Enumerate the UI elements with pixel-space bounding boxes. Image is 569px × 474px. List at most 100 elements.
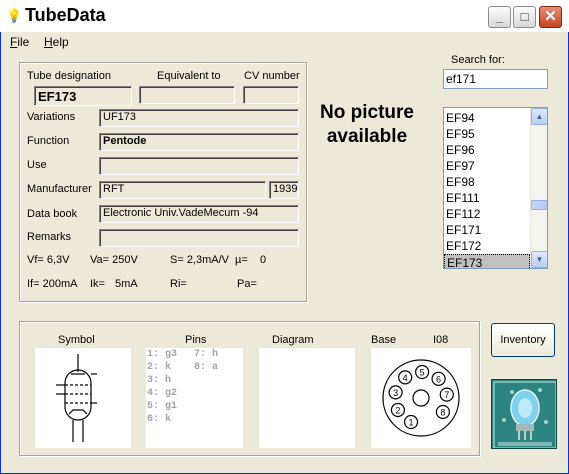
designation-label: Tube designation xyxy=(27,70,111,82)
base-type: I08 xyxy=(433,334,449,346)
va-value: Va= 250V xyxy=(90,254,138,266)
base-pin-number: 1 xyxy=(409,418,414,428)
mu-label: µ= xyxy=(235,254,248,266)
tube-list-item[interactable]: EF171 xyxy=(444,222,530,238)
tube-list-item[interactable]: EF94 xyxy=(444,110,530,126)
pin-entry: 1: g3 xyxy=(147,349,178,360)
base-pin: 2 xyxy=(390,402,406,418)
tube-list-item[interactable]: EF97 xyxy=(444,158,530,174)
base-pin-number: 4 xyxy=(403,373,408,383)
tube-list[interactable]: EF94 EF95 EF96 EF97 EF98 EF111 EF112 EF171 EF172… xyxy=(443,107,548,269)
base-pin: 1 xyxy=(403,414,419,430)
close-button[interactable]: ✕ xyxy=(539,6,562,28)
base-label: Base xyxy=(371,334,397,346)
if-value: If= 200mA xyxy=(27,278,78,290)
vf-value: Vf= 6,3V xyxy=(27,254,70,266)
designation-field[interactable]: EF173 xyxy=(34,86,132,106)
chevron-up-icon: ▲ xyxy=(535,112,544,121)
close-icon: ✕ xyxy=(544,8,557,25)
pa-label: Pa= xyxy=(237,278,257,290)
base-pin-number: 6 xyxy=(436,374,441,384)
use-label: Use xyxy=(27,159,47,171)
base-pin-number: 2 xyxy=(395,406,400,416)
menu-file[interactable]: File xyxy=(10,35,29,49)
pins-panel: 1: g3 2: k 3: h 4: g2 5: g1 6: k 7: h 8: a xyxy=(146,348,243,448)
remarks-label: Remarks xyxy=(27,231,72,243)
search-label: Search for: xyxy=(451,54,505,66)
base-pin-number: 8 xyxy=(440,407,445,417)
s-value: S= 2,3mA/V xyxy=(170,254,230,266)
year-field[interactable]: 1939 xyxy=(269,181,299,199)
octal-base-icon: 12 34 5 67 8 xyxy=(382,359,460,437)
pin-entry: 6: k xyxy=(147,414,172,425)
base-pin: 6 xyxy=(431,371,446,386)
list-scrollbar[interactable]: ▲ ▼ xyxy=(530,108,547,268)
equivalent-field[interactable] xyxy=(139,86,235,104)
menu-bar: File Help xyxy=(1,33,567,53)
title-bar[interactable]: 💡 TubeData _ □ ✕ xyxy=(0,0,569,32)
base-pin-number: 7 xyxy=(444,390,449,400)
pin-entry: 2: k xyxy=(147,362,172,373)
symbol-label: Symbol xyxy=(58,334,95,346)
pin-entry: 8: a xyxy=(194,362,219,373)
base-pin-number: 3 xyxy=(393,388,398,398)
pin-entry: 7: h xyxy=(194,349,219,360)
ri-label: Ri= xyxy=(170,278,187,290)
base-pin: 5 xyxy=(415,364,430,380)
base-pin: 8 xyxy=(435,404,451,420)
tube-list-item[interactable]: EF95 xyxy=(444,126,530,142)
inventory-button[interactable]: Inventory xyxy=(491,323,555,357)
base-pin: 3 xyxy=(388,385,403,400)
cv-number-field[interactable] xyxy=(243,86,299,104)
equivalent-label: Equivalent to xyxy=(157,70,221,82)
manufacturer-label: Manufacturer xyxy=(27,183,92,195)
base-key xyxy=(412,389,430,407)
tube-list-item[interactable]: EF172 xyxy=(444,238,530,254)
scroll-down-button[interactable]: ▼ xyxy=(531,251,547,268)
use-field[interactable] xyxy=(99,157,299,175)
remarks-field[interactable] xyxy=(99,229,299,247)
menu-help[interactable]: Help xyxy=(44,35,69,49)
base-pin: 4 xyxy=(398,370,413,385)
menu-help-label: elp xyxy=(52,35,69,49)
base-pin: 7 xyxy=(439,387,454,402)
tube-list-item[interactable]: EF111 xyxy=(444,190,530,206)
pins-label: Pins xyxy=(185,334,207,346)
search-input[interactable] xyxy=(443,69,548,89)
chevron-down-icon: ▼ xyxy=(535,255,544,264)
pin-entry: 3: h xyxy=(147,375,172,386)
pin-entry: 5: g1 xyxy=(147,401,178,412)
databook-label: Data book xyxy=(27,208,78,220)
no-picture-message: No picture available xyxy=(320,102,414,147)
diagram-label: Diagram xyxy=(272,334,314,346)
maximize-button[interactable]: □ xyxy=(513,6,536,28)
function-label: Function xyxy=(27,135,70,147)
menu-help-mnemonic: H xyxy=(44,35,53,49)
minimize-button[interactable]: _ xyxy=(488,6,511,28)
tube-list-item[interactable]: EF173 xyxy=(444,254,530,268)
tube-symbol xyxy=(35,348,131,448)
databook-field[interactable]: Electronic Univ.VadeMecum -94 xyxy=(99,205,299,223)
pin-entry: 4: g2 xyxy=(147,388,178,399)
ik-value: 5mA xyxy=(115,278,138,290)
ik-label: Ik= xyxy=(90,278,105,290)
tube-logo-icon xyxy=(491,379,557,449)
minimize-icon: _ xyxy=(495,9,504,24)
maximize-icon: □ xyxy=(520,9,529,24)
tube-list-item[interactable]: EF98 xyxy=(444,174,530,190)
variations-label: Variations xyxy=(27,111,76,123)
window-title: TubeData xyxy=(25,5,106,25)
scroll-thumb[interactable] xyxy=(531,200,547,210)
scroll-up-button[interactable]: ▲ xyxy=(531,108,547,125)
pentode-symbol-icon xyxy=(56,354,97,442)
variations-field[interactable]: UF173 xyxy=(99,109,299,127)
function-field[interactable]: Pentode xyxy=(99,133,299,151)
mu-value: 0 xyxy=(260,254,267,266)
manufacturer-field[interactable]: RFT xyxy=(99,181,266,199)
base-diagram: 12 34 5 67 8 xyxy=(371,348,471,448)
cv-number-label: CV number xyxy=(244,70,300,82)
menu-file-label: ile xyxy=(17,35,30,49)
tube-list-item[interactable]: EF96 xyxy=(444,142,530,158)
tube-list-item[interactable]: EF112 xyxy=(444,206,530,222)
bulb-icon: 💡 xyxy=(6,8,23,23)
